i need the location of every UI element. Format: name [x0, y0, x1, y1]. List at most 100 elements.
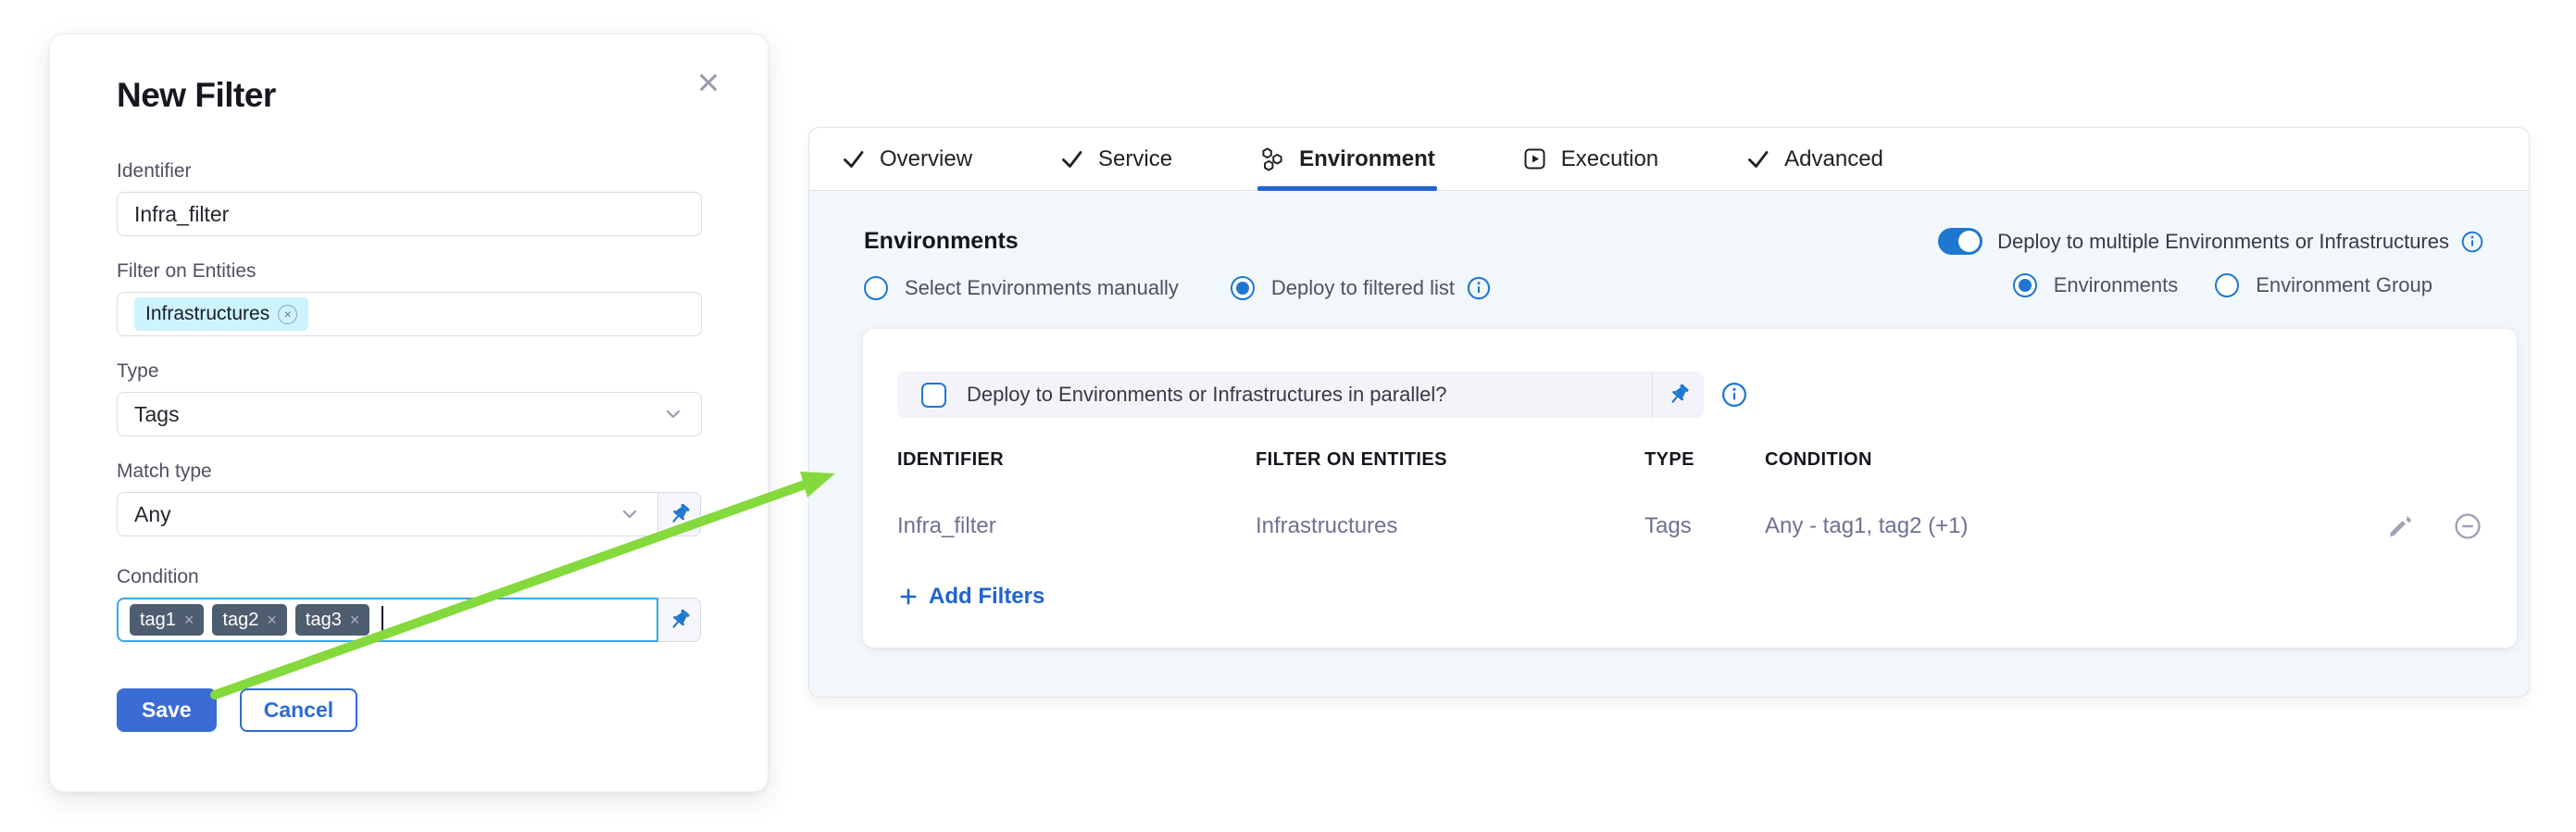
tab-environment[interactable]: Environment	[1259, 128, 1435, 190]
info-icon[interactable]	[1466, 275, 1492, 301]
env-left-block: Environments Select Environments manuall…	[864, 228, 1492, 301]
entities-field-group: Filter on Entities Infrastructures ×	[117, 260, 701, 336]
match-type-value: Any	[134, 502, 171, 527]
identifier-field-group: Identifier Infra_filter	[117, 160, 701, 236]
match-type-select[interactable]: Any	[117, 492, 658, 536]
radio-environment-group-label: Environment Group	[2256, 273, 2432, 297]
tag-label: tag1	[140, 610, 176, 630]
row-actions	[2371, 511, 2482, 541]
info-icon[interactable]	[2460, 230, 2484, 254]
deploy-multiple-toggle[interactable]	[1938, 228, 1982, 255]
close-icon[interactable]: ×	[688, 62, 729, 103]
condition-tag-chip: tag2 ×	[212, 604, 286, 636]
condition-tag-chip: tag1 ×	[130, 604, 204, 636]
match-type-field-group: Match type Any	[117, 460, 701, 536]
pin-icon	[1666, 382, 1692, 408]
entities-input[interactable]: Infrastructures ×	[117, 292, 702, 336]
row-type: Tags	[1644, 513, 1765, 539]
plus-icon	[897, 586, 919, 608]
tag-remove-icon[interactable]: ×	[267, 611, 277, 628]
radio-select-manually[interactable]	[864, 276, 888, 300]
tag-label: tag3	[306, 610, 342, 630]
new-filter-modal: × New Filter Identifier Infra_filter Fil…	[49, 33, 769, 792]
tab-label: Service	[1098, 146, 1172, 172]
tab-advanced[interactable]: Advanced	[1745, 128, 1883, 190]
check-icon	[1059, 146, 1084, 171]
radio-environment-group[interactable]	[2215, 273, 2239, 297]
radio-deploy-filtered[interactable]	[1231, 276, 1255, 300]
type-field-group: Type Tags	[117, 360, 701, 436]
tab-label: Overview	[880, 146, 972, 172]
match-type-pin-button[interactable]	[658, 492, 701, 536]
identifier-label: Identifier	[117, 160, 701, 183]
save-button[interactable]: Save	[117, 688, 217, 732]
tab-service[interactable]: Service	[1059, 128, 1172, 190]
pencil-icon	[2386, 512, 2414, 540]
tab-label: Environment	[1299, 146, 1435, 172]
filters-table: IDENTIFIER FILTER ON ENTITIES TYPE CONDI…	[897, 449, 2482, 541]
type-label: Type	[117, 360, 701, 383]
pin-icon	[667, 501, 693, 527]
entities-label: Filter on Entities	[117, 260, 701, 283]
radio-select-manually-label: Select Environments manually	[905, 276, 1179, 300]
hexagons-icon	[1259, 146, 1285, 172]
col-condition: CONDITION	[1765, 449, 2371, 471]
type-value: Tags	[134, 402, 180, 427]
env-mode-radio-group: Select Environments manually Deploy to f…	[864, 275, 1492, 301]
cancel-button[interactable]: Cancel	[240, 688, 357, 732]
filters-card: Deploy to Environments or Infrastructure…	[863, 329, 2517, 648]
play-box-icon	[1522, 146, 1547, 171]
chevron-down-icon	[662, 403, 684, 425]
filters-table-header: IDENTIFIER FILTER ON ENTITIES TYPE CONDI…	[897, 449, 2482, 471]
condition-pin-button[interactable]	[658, 598, 701, 642]
active-tab-underline	[1257, 186, 1437, 191]
col-entities: FILTER ON ENTITIES	[1256, 449, 1644, 471]
environments-heading: Environments	[864, 228, 1492, 255]
row-identifier: Infra_filter	[897, 513, 1256, 539]
info-icon[interactable]	[1720, 381, 1748, 409]
identifier-value: Infra_filter	[134, 202, 229, 227]
check-icon	[841, 146, 866, 171]
modal-title: New Filter	[117, 77, 701, 114]
remove-filter-button[interactable]	[2453, 511, 2482, 541]
tab-overview[interactable]: Overview	[841, 128, 972, 190]
check-icon	[1745, 146, 1770, 171]
condition-label: Condition	[117, 566, 701, 588]
type-select[interactable]: Tags	[117, 392, 702, 436]
radio-environments[interactable]	[2013, 273, 2037, 297]
env-target-radio-group: Environments Environment Group	[1938, 273, 2484, 297]
parallel-checkbox[interactable]	[921, 383, 946, 408]
identifier-input[interactable]: Infra_filter	[117, 192, 702, 236]
col-identifier: IDENTIFIER	[897, 449, 1256, 471]
condition-tag-chip: tag3 ×	[295, 604, 369, 636]
parallel-option-bar: Deploy to Environments or Infrastructure…	[897, 372, 1704, 418]
text-cursor	[381, 606, 383, 634]
tab-execution[interactable]: Execution	[1522, 128, 1658, 190]
radio-environments-label: Environments	[2054, 273, 2179, 297]
stage-tabbar: Overview Service Environment Execution A…	[809, 128, 2529, 191]
tab-label: Advanced	[1784, 146, 1883, 172]
parallel-checkbox-label: Deploy to Environments or Infrastructure…	[967, 383, 1446, 407]
condition-field-group: Condition tag1 × tag2 × tag3 ×	[117, 566, 701, 642]
row-condition: Any - tag1, tag2 (+1)	[1765, 513, 2371, 539]
parallel-pin-button[interactable]	[1653, 382, 1704, 408]
pin-icon	[667, 607, 693, 633]
add-filters-button[interactable]: Add Filters	[897, 584, 1044, 610]
tag-remove-icon[interactable]: ×	[350, 611, 360, 628]
row-entities: Infrastructures	[1256, 513, 1644, 539]
chip-remove-icon[interactable]: ×	[278, 305, 297, 324]
minus-circle-icon	[2453, 511, 2482, 541]
condition-input[interactable]: tag1 × tag2 × tag3 ×	[117, 598, 658, 642]
radio-deploy-filtered-label: Deploy to filtered list	[1271, 276, 1455, 300]
match-type-label: Match type	[117, 460, 701, 483]
edit-filter-button[interactable]	[2386, 512, 2414, 540]
chevron-down-icon	[619, 503, 641, 525]
tag-remove-icon[interactable]: ×	[184, 611, 194, 628]
tag-label: tag2	[222, 610, 258, 630]
entities-chip-label: Infrastructures	[145, 303, 269, 325]
entities-chip: Infrastructures ×	[134, 297, 308, 331]
env-right-block: Deploy to multiple Environments or Infra…	[1938, 228, 2484, 301]
deploy-multiple-toggle-label: Deploy to multiple Environments or Infra…	[1997, 230, 2449, 254]
add-filters-label: Add Filters	[929, 584, 1044, 610]
environment-tab-content: Environments Select Environments manuall…	[809, 191, 2529, 648]
